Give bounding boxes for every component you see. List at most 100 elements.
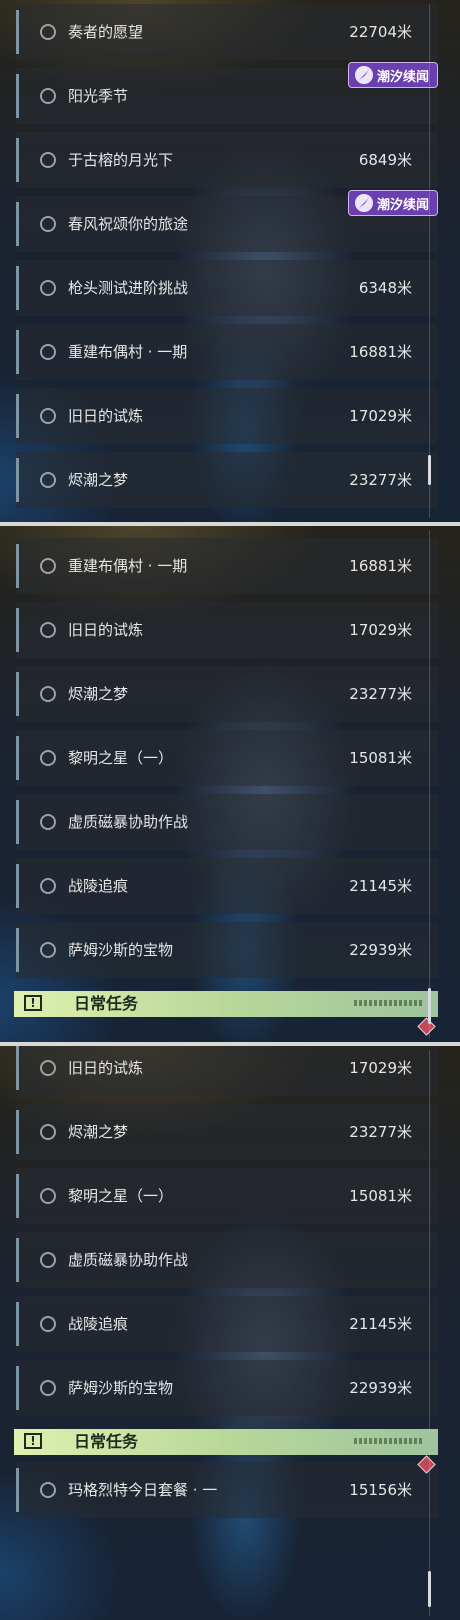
row-accent-bar [16,330,19,374]
row-accent-bar [16,266,19,310]
quest-name: 旧日的试炼 [68,621,144,639]
quest-distance: 21145米 [349,877,412,895]
header-decoration [354,1000,424,1006]
quest-row[interactable]: 萨姆沙斯的宝物 22939米 [16,922,438,978]
quest-name: 虚质磁暴协助作战 [68,813,189,831]
scrollbar-thumb[interactable] [428,455,431,485]
quest-row[interactable]: 黎明之星（一） 15081米 [16,1168,438,1224]
quest-name: 烬潮之梦 [68,471,129,489]
row-accent-bar [16,672,19,716]
quest-name: 萨姆沙斯的宝物 [68,941,174,959]
row-accent-bar [16,608,19,652]
quest-row[interactable]: 烬潮之梦 23277米 [16,452,438,508]
quest-name: 于古榕的月光下 [68,151,174,169]
scrollbar-track [429,1050,430,1616]
quest-name: 烬潮之梦 [68,685,129,703]
quest-status-circle-icon [40,1316,56,1332]
event-badge-label: 潮汐续闻 [376,69,429,85]
exclamation-icon: ! [24,1433,42,1449]
row-accent-bar [16,1174,19,1218]
scrollbar-thumb[interactable] [428,988,431,1024]
quest-name: 阳光季节 [68,87,129,105]
quest-status-circle-icon [40,344,56,360]
quest-name: 黎明之星（一） [68,1187,174,1205]
daily-quests-label: 日常任务 [74,1432,139,1451]
row-accent-bar [16,1302,19,1346]
quest-distance: 22939米 [349,1379,412,1397]
quest-name: 奏者的愿望 [68,23,144,41]
quest-row[interactable]: 重建布偶村 · 一期 16881米 [16,538,438,594]
row-accent-bar [16,1366,19,1410]
row-accent-bar [16,138,19,182]
quest-distance: 16881米 [349,343,412,361]
header-decoration [354,1438,424,1444]
quest-status-circle-icon [40,814,56,830]
quest-row[interactable]: 烬潮之梦 23277米 [16,1104,438,1160]
row-accent-bar [16,1238,19,1282]
daily-quests-header[interactable]: ! 日常任务 [14,991,438,1017]
quest-row[interactable]: 旧日的试炼 17029米 [16,388,438,444]
quest-name: 虚质磁暴协助作战 [68,1251,189,1269]
row-accent-bar [16,202,19,246]
quest-status-circle-icon [40,280,56,296]
scrollbar-track [429,4,430,518]
row-accent-bar [16,544,19,588]
quest-list-panel-3: 旧日的试炼 17029米 烬潮之梦 23277米 黎明之星（一） 15081米 … [0,1046,460,1620]
quest-distance: 17029米 [349,1059,412,1077]
row-accent-bar [16,928,19,972]
quest-row[interactable]: 旧日的试炼 17029米 [16,602,438,658]
quest-row[interactable]: 重建布偶村 · 一期 16881米 [16,324,438,380]
quest-name: 春风祝颂你的旅途 [68,215,189,233]
scrollbar-track [429,530,430,1038]
quest-status-circle-icon [40,750,56,766]
row-accent-bar [16,736,19,780]
event-badge: 潮汐续闻 [347,62,438,88]
quest-status-circle-icon [40,216,56,232]
quest-status-circle-icon [40,152,56,168]
tide-event-icon [354,194,373,212]
quest-row[interactable]: 烬潮之梦 23277米 [16,666,438,722]
quest-distance: 23277米 [349,1123,412,1141]
quest-distance: 23277米 [349,471,412,489]
quest-name: 重建布偶村 · 一期 [68,557,188,575]
quest-row[interactable]: 萨姆沙斯的宝物 22939米 [16,1360,438,1416]
quest-name: 战陵追痕 [68,877,129,895]
quest-row[interactable]: 奏者的愿望 22704米 [16,4,438,60]
row-accent-bar [16,74,19,118]
quest-distance: 15081米 [349,749,412,767]
quest-distance: 15156米 [349,1481,412,1499]
quest-status-circle-icon [40,408,56,424]
quest-name: 重建布偶村 · 一期 [68,343,188,361]
quest-name: 枪头测试进阶挑战 [68,279,189,297]
quest-name: 烬潮之梦 [68,1123,129,1141]
quest-status-circle-icon [40,1188,56,1204]
quest-row[interactable]: 虚质磁暴协助作战 [16,794,438,850]
quest-status-circle-icon [40,1252,56,1268]
quest-distance: 21145米 [349,1315,412,1333]
row-accent-bar [16,1046,19,1090]
quest-row[interactable]: 黎明之星（一） 15081米 [16,730,438,786]
quest-status-circle-icon [40,88,56,104]
quest-status-circle-icon [40,1124,56,1140]
scrollbar-thumb[interactable] [428,1571,431,1607]
quest-row[interactable]: 于古榕的月光下 6849米 [16,132,438,188]
quest-row[interactable]: 战陵追痕 21145米 [16,858,438,914]
row-accent-bar [16,1468,19,1512]
quest-row[interactable]: 旧日的试炼 17029米 [16,1046,438,1096]
quest-status-circle-icon [40,1060,56,1076]
row-accent-bar [16,864,19,908]
quest-distance: 22939米 [349,941,412,959]
quest-status-circle-icon [40,472,56,488]
quest-list-panel-1: 奏者的愿望 22704米 阳光季节 潮汐续闻 于古榕的月光下 6849米 春风祝… [0,0,460,522]
quest-row[interactable]: 枪头测试进阶挑战 6348米 [16,260,438,316]
event-badge-label: 潮汐续闻 [376,197,429,213]
quest-name: 黎明之星（一） [68,749,174,767]
event-badge: 潮汐续闻 [347,190,438,216]
row-accent-bar [16,10,19,54]
quest-status-circle-icon [40,878,56,894]
daily-quests-header[interactable]: ! 日常任务 [14,1429,438,1455]
quest-distance: 6849米 [358,151,412,169]
daily-quest-row[interactable]: 玛格烈特今日套餐 · 一 15156米 [16,1462,438,1518]
quest-row[interactable]: 战陵追痕 21145米 [16,1296,438,1352]
quest-row[interactable]: 虚质磁暴协助作战 [16,1232,438,1288]
